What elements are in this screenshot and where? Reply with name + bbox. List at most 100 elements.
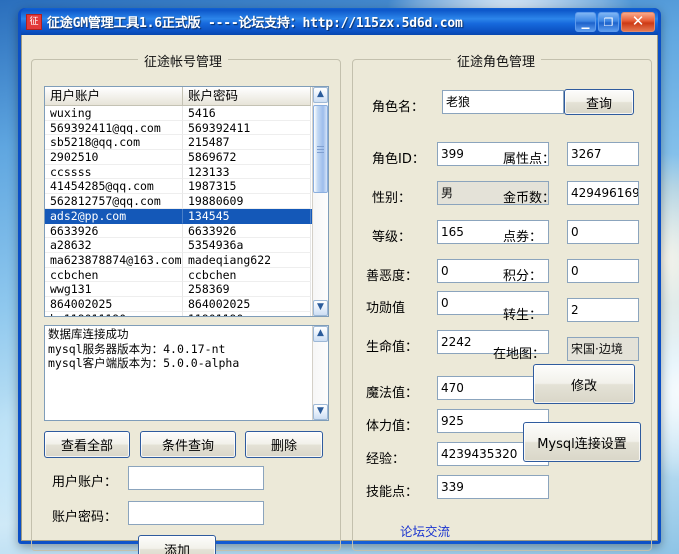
cell-account: 569392411@qq.com	[45, 121, 183, 136]
add-button[interactable]: 添加	[138, 535, 216, 554]
maximize-button[interactable]: ❐	[598, 12, 619, 32]
cell-account: 6633926	[45, 224, 183, 239]
account-input[interactable]	[128, 466, 264, 490]
mysql-settings-button[interactable]: Mysql连接设置	[523, 422, 641, 462]
role-field-label: 积分：	[503, 265, 542, 284]
cell-account: 864002025	[45, 297, 183, 312]
log-scrollbar-track[interactable]	[313, 342, 328, 404]
account-management-title: 征途帐号管理	[138, 51, 228, 70]
table-row[interactable]: 29025105869672	[45, 150, 312, 165]
scroll-up-icon[interactable]: ▲	[313, 87, 328, 103]
status-log-box[interactable]: 数据库连接成功 mysql服务器版本为：4.0.17-nt mysql客户端版本…	[44, 325, 329, 421]
view-all-button[interactable]: 查看全部	[44, 431, 130, 458]
table-row[interactable]: hc11901119011901190	[45, 312, 312, 316]
role-field-label: 技能点：	[366, 481, 418, 500]
role-field-input[interactable]: 0	[567, 259, 639, 283]
table-row[interactable]: ccssss123133	[45, 165, 312, 180]
table-row[interactable]: ma623878874@163.commadeqiang622	[45, 253, 312, 268]
cell-account: ma623878874@163.com	[45, 253, 183, 268]
role-field-label: 属性点：	[503, 148, 555, 167]
cell-password: 5869672	[183, 150, 311, 165]
cell-password: 215487	[183, 135, 311, 150]
role-field-label: 转生：	[503, 304, 542, 323]
role-management-title: 征途角色管理	[451, 51, 541, 70]
window-title: 征途GM管理工具1.6正式版 ----论坛支持：http://115zx.5d6…	[47, 12, 575, 31]
delete-button[interactable]: 删除	[245, 431, 323, 458]
role-field-input[interactable]: 0	[567, 220, 639, 244]
cell-account: hc119011190	[45, 312, 183, 316]
role-field-input[interactable]: 3267	[567, 142, 639, 166]
role-field-label: 功勋值	[366, 297, 405, 316]
cell-account: 41454285@qq.com	[45, 179, 183, 194]
cell-password: 5354936a	[183, 238, 311, 253]
role-name-input[interactable]: 老狼	[442, 90, 564, 114]
close-icon: ✕	[622, 13, 654, 31]
role-field-label: 生命值：	[366, 336, 418, 355]
table-row[interactable]: a286325354936a	[45, 238, 312, 253]
account-list-header: 用户账户 账户密码	[45, 87, 312, 106]
role-field-input[interactable]: 宋国·边境	[567, 337, 639, 361]
cell-account: 562812757@qq.com	[45, 194, 183, 209]
log-scrollbar[interactable]: ▲ ▼	[312, 326, 328, 420]
table-row[interactable]: wwg131258369	[45, 282, 312, 297]
cell-account: sb5218@qq.com	[45, 135, 183, 150]
account-list[interactable]: 用户账户 账户密码 wuxing5416569392411@qq.com5693…	[44, 86, 329, 317]
scrollbar-track[interactable]	[313, 103, 328, 300]
role-field-label: 经验：	[366, 448, 405, 467]
table-row[interactable]: 41454285@qq.com1987315	[45, 179, 312, 194]
cell-account: a28632	[45, 238, 183, 253]
query-button[interactable]: 查询	[564, 89, 634, 115]
account-list-scrollbar[interactable]: ▲ ▼	[312, 87, 328, 316]
role-field-input[interactable]: 2	[567, 298, 639, 322]
log-scroll-down-icon[interactable]: ▼	[313, 404, 328, 420]
close-button[interactable]: ✕	[621, 12, 655, 32]
cell-password: 134545	[183, 209, 311, 224]
minimize-button[interactable]: _	[575, 12, 596, 32]
table-row[interactable]: wuxing5416	[45, 106, 312, 121]
column-header-password[interactable]: 账户密码	[183, 87, 311, 106]
scrollbar-thumb[interactable]	[313, 105, 328, 193]
cell-password: 569392411	[183, 121, 311, 136]
table-row[interactable]: ccbchenccbchen	[45, 268, 312, 283]
table-row[interactable]: 569392411@qq.com569392411	[45, 121, 312, 136]
role-field-label: 善恶度：	[366, 265, 418, 284]
scroll-down-icon[interactable]: ▼	[313, 300, 328, 316]
role-field-label: 金币数：	[503, 187, 555, 206]
cell-password: 5416	[183, 106, 311, 121]
app-icon: 征	[26, 14, 42, 30]
role-field-label: 在地图：	[493, 343, 545, 362]
role-field-label: 体力值：	[366, 415, 418, 434]
cell-account: wwg131	[45, 282, 183, 297]
table-row[interactable]: 864002025864002025	[45, 297, 312, 312]
table-row[interactable]: sb5218@qq.com215487	[45, 135, 312, 150]
column-header-account[interactable]: 用户账户	[45, 87, 183, 106]
status-log-text: 数据库连接成功 mysql服务器版本为：4.0.17-nt mysql客户端版本…	[45, 326, 312, 420]
table-row[interactable]: 562812757@qq.com19880609	[45, 194, 312, 209]
account-list-body: 用户账户 账户密码 wuxing5416569392411@qq.com5693…	[45, 87, 312, 316]
cell-password: 864002025	[183, 297, 311, 312]
table-row[interactable]: 66339266633926	[45, 224, 312, 239]
role-management-group: 征途角色管理 角色名： 老狼 查询 角色ID：399性别：男等级：165善恶度：…	[352, 59, 652, 551]
cell-account: wuxing	[45, 106, 183, 121]
cell-account: ccssss	[45, 165, 183, 180]
conditional-query-button[interactable]: 条件查询	[140, 431, 236, 458]
password-input[interactable]	[128, 501, 264, 525]
account-field-label: 用户账户：	[52, 471, 117, 490]
cell-password: ccbchen	[183, 268, 311, 283]
role-field-label: 性别：	[372, 187, 411, 206]
window-controls: _ ❐ ✕	[575, 12, 655, 32]
table-row[interactable]: ads2@pp.com134545	[45, 209, 312, 224]
cell-password: madeqiang622	[183, 253, 311, 268]
log-scroll-up-icon[interactable]: ▲	[313, 326, 328, 342]
minimize-icon: _	[576, 13, 595, 31]
cell-password: 1987315	[183, 179, 311, 194]
role-field-input[interactable]: 4294961695	[567, 181, 639, 205]
role-field-label: 点券：	[503, 226, 542, 245]
forum-link[interactable]: 论坛交流	[400, 521, 450, 540]
modify-button[interactable]: 修改	[533, 364, 635, 404]
role-field-input[interactable]: 339	[437, 475, 549, 499]
cell-password: 123133	[183, 165, 311, 180]
scrollbar-grip-icon	[317, 146, 324, 153]
maximize-icon: ❐	[599, 13, 618, 31]
title-bar[interactable]: 征 征途GM管理工具1.6正式版 ----论坛支持：http://115zx.5…	[21, 8, 658, 35]
